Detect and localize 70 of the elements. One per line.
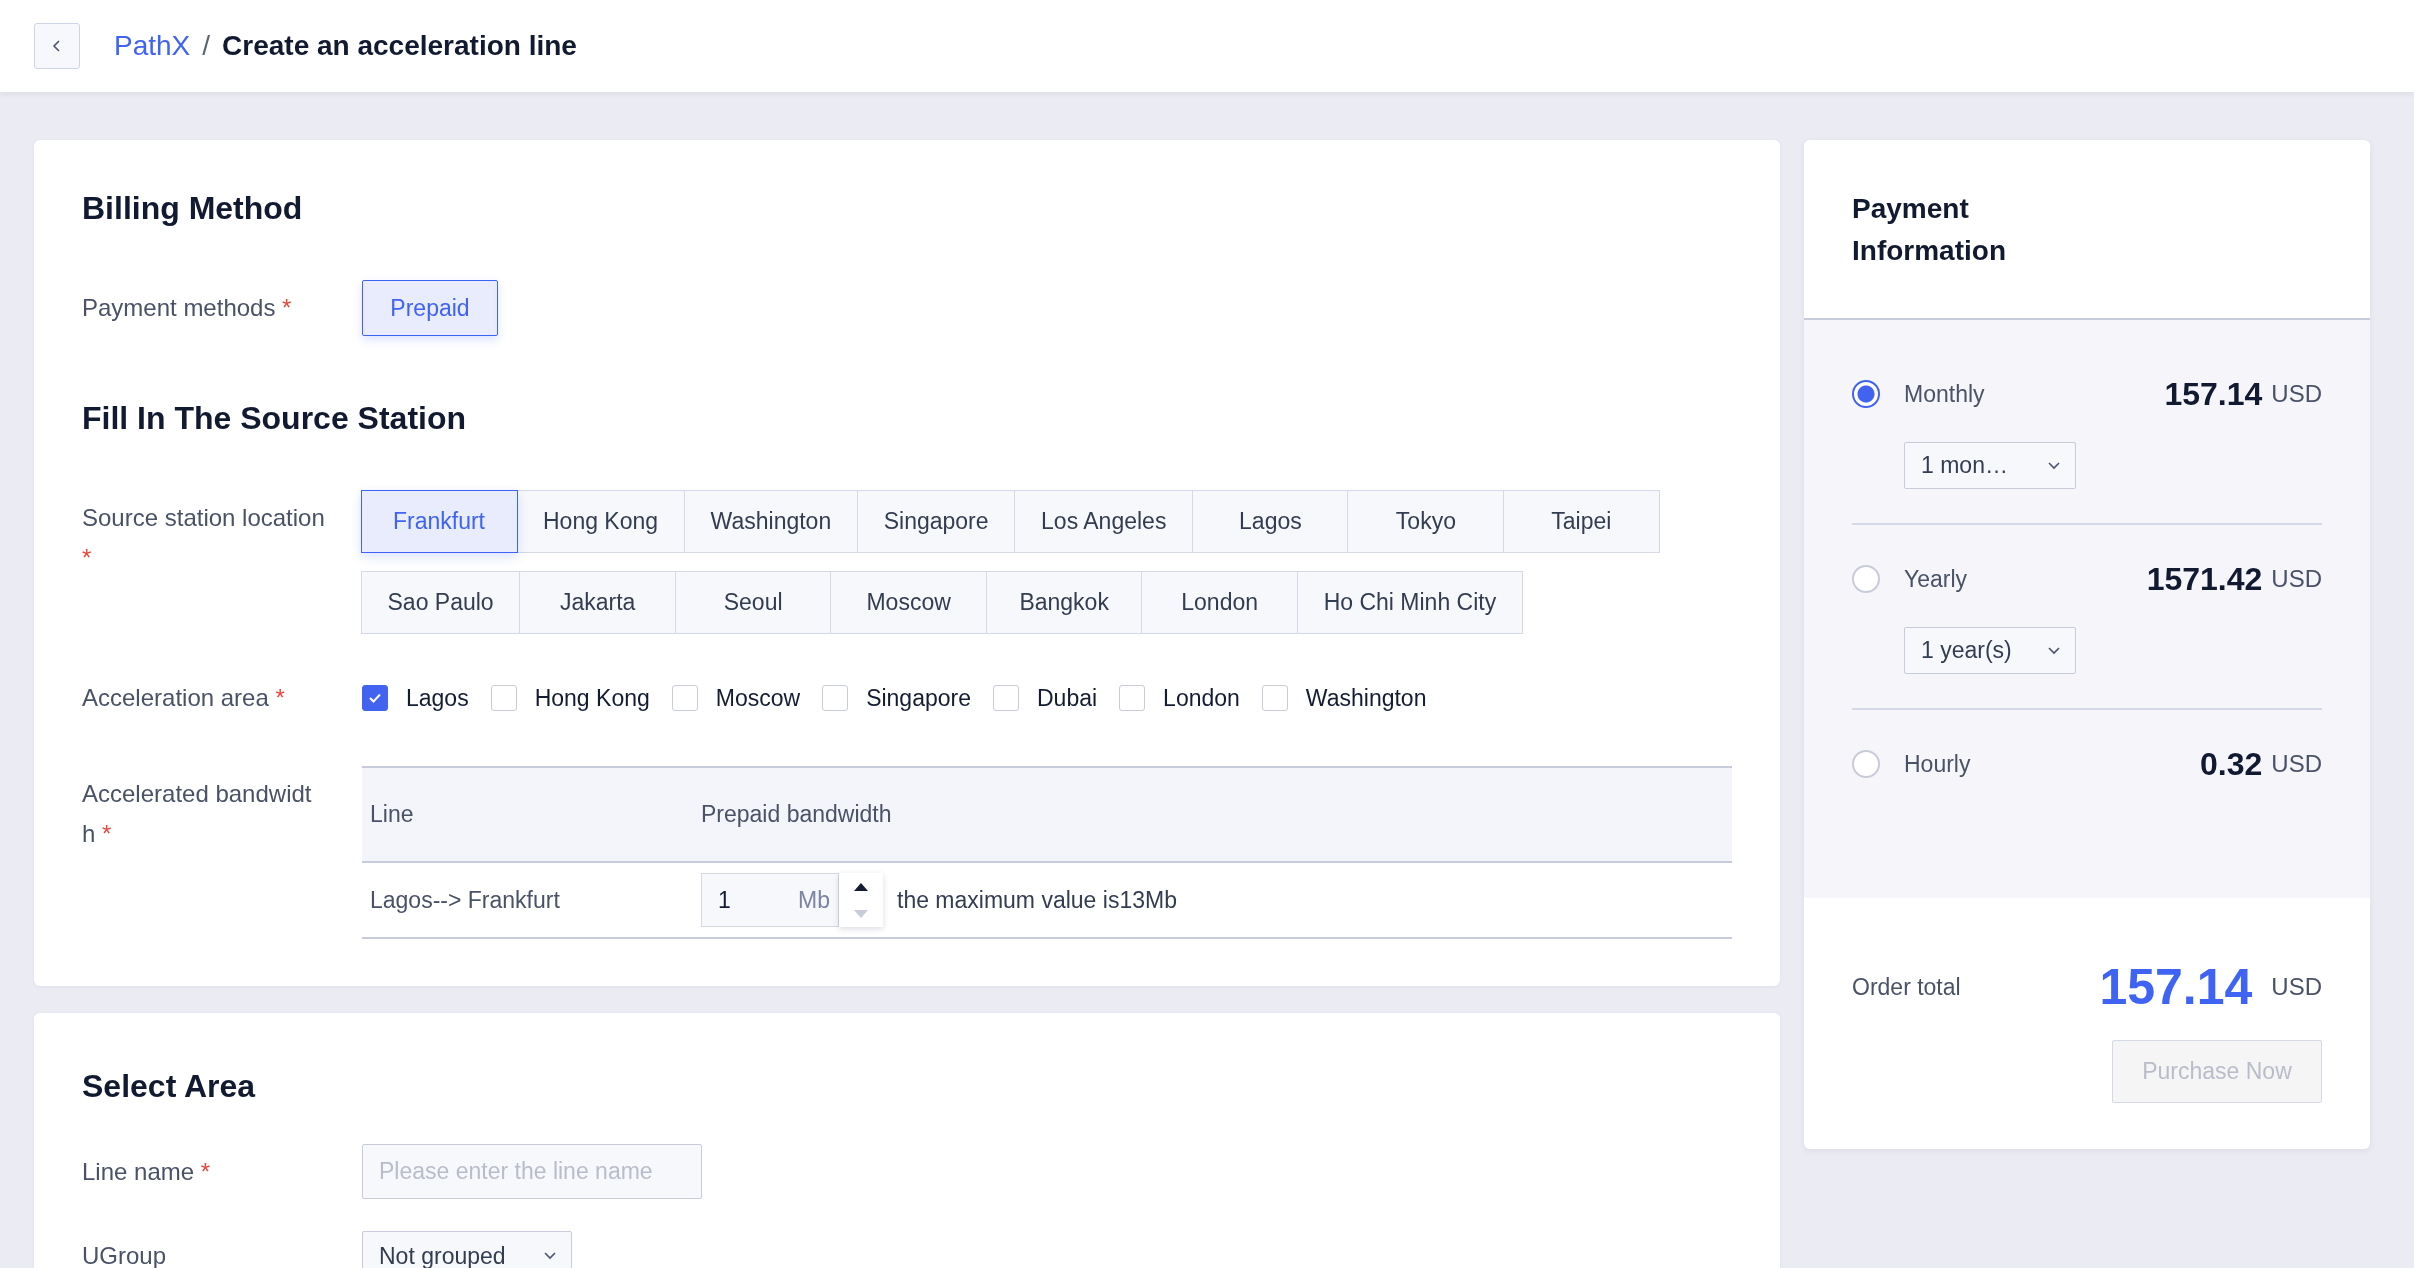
- checkbox-label: Dubai: [1037, 684, 1098, 712]
- breadcrumb-link[interactable]: PathX: [114, 30, 191, 62]
- section-title: Billing Method: [82, 190, 304, 226]
- required-mark: *: [82, 544, 92, 571]
- currency-label: USD: [2271, 565, 2322, 593]
- location-option[interactable]: Ho Chi Minh City: [1296, 571, 1524, 634]
- location-option[interactable]: Jakarta: [519, 571, 677, 634]
- increment-button[interactable]: [839, 873, 883, 900]
- page-title: Create an acceleration line: [222, 30, 577, 62]
- checkbox-label: Washington: [1305, 684, 1427, 712]
- location-option[interactable]: Bangkok: [985, 571, 1143, 634]
- caret-up-icon: [853, 881, 869, 892]
- plan-price: 1571.42: [2146, 560, 2263, 598]
- currency-label: USD: [2271, 973, 2322, 1001]
- location-option[interactable]: Tokyo: [1347, 490, 1505, 553]
- field-label: Accelerated bandwidth *: [82, 779, 313, 849]
- back-button[interactable]: [34, 23, 80, 69]
- section-title: Fill In The Source Station: [82, 400, 468, 436]
- plan-label: Hourly: [1904, 750, 1972, 778]
- field-label: Line name *: [82, 1156, 211, 1187]
- location-option[interactable]: Lagos: [1191, 490, 1349, 553]
- currency-label: USD: [2271, 750, 2322, 778]
- location-option[interactable]: Frankfurt: [360, 490, 518, 553]
- location-option[interactable]: London: [1141, 571, 1299, 634]
- bandwidth-input[interactable]: 1 Mb: [701, 873, 839, 927]
- field-label: Acceleration area *: [82, 684, 285, 711]
- location-option[interactable]: Los Angeles: [1014, 490, 1194, 553]
- hint-text: the maximum value is13Mb: [897, 886, 1177, 914]
- caret-down-icon: [853, 908, 869, 919]
- plan-label: Monthly: [1904, 380, 1986, 408]
- total-amount: 157.14: [2099, 958, 2253, 1016]
- chevron-down-icon: [543, 1251, 557, 1261]
- location-option[interactable]: Taipei: [1502, 490, 1660, 553]
- required-mark: *: [102, 820, 112, 847]
- column-header: Prepaid bandwidth: [701, 801, 892, 828]
- breadcrumb-separator: /: [202, 30, 211, 62]
- location-option[interactable]: Sao Paulo: [360, 571, 521, 634]
- total-label: Order total: [1852, 973, 1962, 1001]
- checkbox[interactable]: [362, 685, 388, 711]
- table-cell-text: Lagos--> Frankfurt: [369, 886, 561, 914]
- plan-label: Yearly: [1904, 565, 1969, 593]
- location-option[interactable]: Washington: [683, 490, 859, 553]
- ugroup-dropdown[interactable]: Not grouped: [362, 1231, 572, 1268]
- plan-price: 157.14: [2164, 375, 2263, 413]
- currency-label: USD: [2271, 380, 2322, 408]
- field-label: Payment methods *: [82, 293, 292, 323]
- payment-method-option[interactable]: Prepaid: [362, 280, 498, 336]
- checkbox-label: Moscow: [715, 684, 801, 712]
- plan-price: 0.32: [2200, 745, 2263, 783]
- checkbox-label: Hong Kong: [534, 684, 650, 712]
- checkbox-label: Lagos: [406, 684, 469, 712]
- location-option[interactable]: Moscow: [830, 571, 988, 634]
- card-title: Payment Information: [1852, 192, 2007, 268]
- location-option[interactable]: Seoul: [674, 571, 832, 634]
- column-header: Line: [369, 801, 415, 828]
- period-dropdown[interactable]: 1 year(s): [1904, 627, 2076, 674]
- location-option[interactable]: Singapore: [856, 490, 1016, 553]
- required-mark: *: [282, 294, 292, 321]
- required-mark: *: [200, 1157, 211, 1185]
- period-dropdown[interactable]: 1 mon…: [1904, 442, 2076, 489]
- field-label: Source station location *: [82, 503, 326, 573]
- radio-button[interactable]: [1852, 380, 1880, 408]
- section-title: Select Area: [82, 1068, 257, 1104]
- checkbox-label: London: [1163, 684, 1240, 712]
- checkbox-label: Singapore: [866, 684, 971, 712]
- chevron-down-icon: [2047, 460, 2061, 471]
- location-option[interactable]: Hong Kong: [516, 490, 686, 553]
- line-name-input[interactable]: Please enter the line name: [362, 1144, 702, 1199]
- required-mark: *: [275, 684, 285, 711]
- chevron-down-icon: [2047, 645, 2061, 656]
